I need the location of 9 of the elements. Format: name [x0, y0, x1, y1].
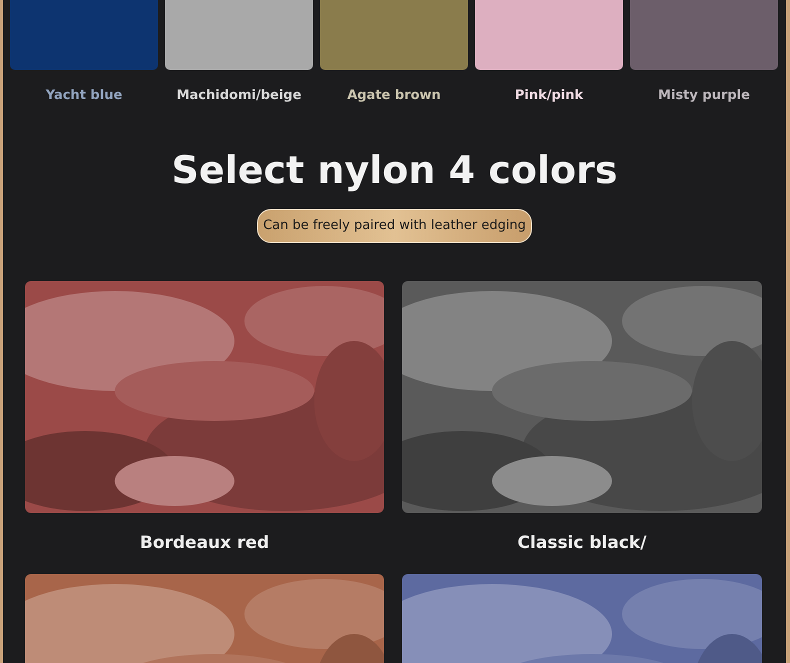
info-badge: Can be freely paired with leather edging	[257, 209, 532, 243]
swatch-label: Agate brown	[346, 87, 442, 105]
swatch-label: Machidomi/beige	[176, 87, 302, 105]
swatch-label: Bordeaux red	[138, 532, 270, 555]
swatch-label: Yacht blue	[44, 87, 124, 105]
swatch-label: Misty purple	[657, 87, 751, 105]
swatch-label: Pink/pink	[514, 87, 584, 105]
section-title: Select nylon 4 colors	[170, 148, 618, 194]
swatch-label: Classic black/	[516, 532, 648, 555]
